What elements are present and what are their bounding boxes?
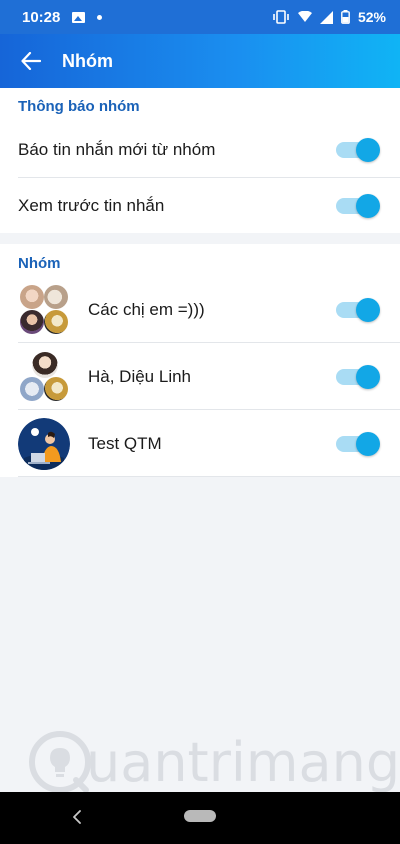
- group-notify-toggle[interactable]: [336, 364, 380, 389]
- toggle-knob: [356, 138, 380, 162]
- message-preview-row[interactable]: Xem trước tin nhắn: [0, 178, 400, 234]
- new-message-notify-toggle[interactable]: [336, 138, 380, 162]
- member-avatar: [20, 309, 44, 334]
- back-button[interactable]: [0, 34, 62, 88]
- arrow-left-icon: [21, 52, 41, 70]
- groups-section: Nhóm Các chị em =))) Hà, Diệu Linh Test …: [0, 244, 400, 477]
- status-time: 10:28: [22, 8, 61, 26]
- group-notify-toggle[interactable]: [336, 431, 380, 456]
- member-avatar: [44, 376, 68, 401]
- chevron-left-icon: [73, 810, 81, 824]
- group-name: Test QTM: [88, 433, 162, 453]
- status-bar: 10:28 52%: [0, 0, 400, 34]
- group-avatar: [18, 417, 70, 470]
- nav-home-pill[interactable]: [184, 810, 216, 822]
- system-nav-bar: [0, 792, 400, 844]
- member-avatar: [44, 309, 68, 334]
- group-name: Các chị em =))): [88, 299, 205, 319]
- member-avatar: [44, 284, 68, 309]
- new-message-notify-row[interactable]: Báo tin nhắn mới từ nhóm: [0, 122, 400, 178]
- setting-label: Xem trước tin nhắn: [18, 196, 165, 215]
- nav-back-button[interactable]: [66, 806, 88, 828]
- toggle-knob: [356, 297, 380, 322]
- group-avatar: [18, 284, 70, 336]
- group-row[interactable]: Các chị em =))): [0, 276, 400, 343]
- member-avatar: [20, 376, 44, 401]
- message-preview-toggle[interactable]: [336, 194, 380, 218]
- app-bar: Nhóm: [0, 34, 400, 88]
- member-avatar: [20, 284, 44, 309]
- battery-icon: [341, 10, 350, 24]
- toggle-knob: [356, 431, 380, 456]
- group-avatar: [18, 351, 70, 403]
- signal-icon: [319, 10, 333, 24]
- setting-label: Báo tin nhắn mới từ nhóm: [18, 140, 216, 159]
- section-heading: Thông báo nhóm: [18, 98, 140, 115]
- watermark: uantrimang: [28, 730, 400, 794]
- vibrate-icon: [273, 10, 289, 24]
- group-notify-toggle[interactable]: [336, 297, 380, 322]
- group-row[interactable]: Hà, Diệu Linh: [0, 343, 400, 410]
- page-title: Nhóm: [62, 50, 113, 71]
- notification-settings-section: Thông báo nhóm Báo tin nhắn mới từ nhóm …: [0, 88, 400, 233]
- toggle-knob: [356, 194, 380, 218]
- notification-dot-icon: [97, 14, 103, 20]
- image-notification-icon: [72, 11, 86, 23]
- section-heading: Nhóm: [18, 255, 61, 272]
- battery-percent: 52%: [357, 9, 386, 25]
- group-name: Hà, Diệu Linh: [88, 366, 192, 386]
- wifi-icon: [297, 11, 312, 22]
- group-row[interactable]: Test QTM: [0, 410, 400, 477]
- person-laptop-icon: [18, 417, 70, 470]
- lightbulb-logo-icon: [29, 731, 91, 793]
- watermark-text: uantrimang: [86, 730, 400, 794]
- member-avatar: [32, 351, 58, 378]
- toggle-knob: [356, 364, 380, 389]
